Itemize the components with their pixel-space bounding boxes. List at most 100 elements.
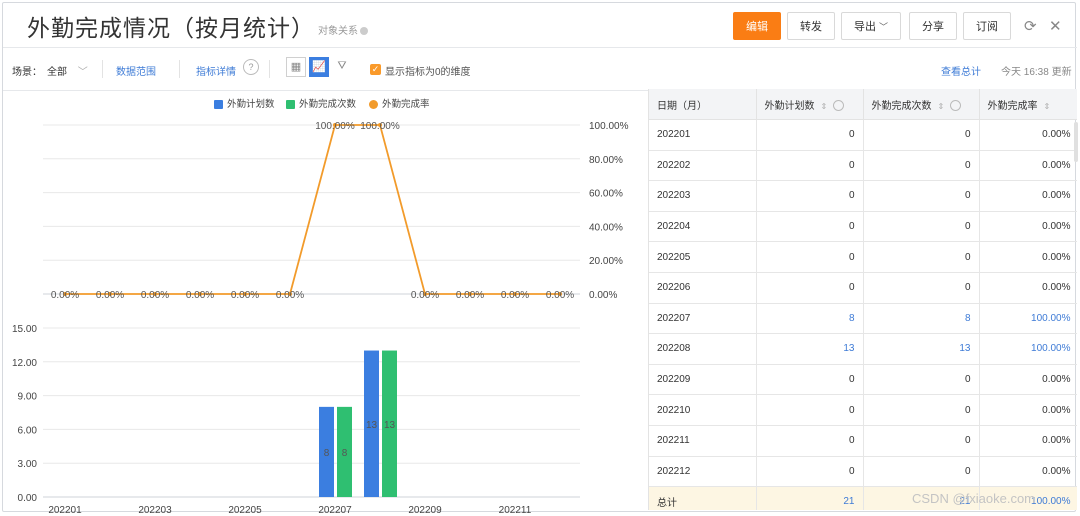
cell-value: 0 <box>863 272 980 304</box>
line-y-tick-label: 100.00% <box>589 121 629 132</box>
bar-y-tick-label: 12.00 <box>12 358 37 369</box>
line-y-tick-label: 20.00% <box>589 256 623 267</box>
cell-date: 202205 <box>649 241 757 273</box>
update-time: 今天 16:38 更新 <box>1001 67 1072 78</box>
cell-value: 0 <box>756 425 864 457</box>
bar-value-label: 8 <box>324 448 330 459</box>
completion-rate-label: 0.00% <box>186 290 214 301</box>
bar-x-tick-label: 202209 <box>408 505 442 516</box>
bar-x-tick-label: 202201 <box>48 505 82 516</box>
total-label: 总计 <box>649 486 757 510</box>
cell-value: 100.00% <box>979 333 1077 365</box>
cell-value: 0.00% <box>979 241 1077 273</box>
col-plan[interactable]: 外勤计划数 ⇕ <box>756 89 864 120</box>
cell-value: 0.00% <box>979 364 1077 396</box>
cell-value: 0 <box>756 272 864 304</box>
bar-y-tick-label: 3.00 <box>18 459 38 470</box>
cell-date: 202211 <box>649 425 757 457</box>
bar-x-tick-label: 202211 <box>499 505 532 516</box>
bar-y-tick-label: 6.00 <box>18 425 38 436</box>
completion-rate-label: 0.00% <box>546 290 574 301</box>
bar-value-label: 13 <box>366 420 378 431</box>
sort-icon[interactable]: ⇕ <box>1044 102 1051 111</box>
data-table: 日期（月） 外勤计划数 ⇕ 外勤完成次数 ⇕ 外勤完成率 ⇕ 202201 0 0 0.00… <box>649 89 1077 510</box>
cell-value: 0 <box>863 180 980 212</box>
bar-y-tick-label: 0.00 <box>18 493 38 504</box>
table-row: 202208 13 13 100.00% <box>649 333 1077 365</box>
table-row: 202205 0 0 0.00% <box>649 241 1077 273</box>
completion-rate-label: 0.00% <box>51 290 79 301</box>
table-row: 202202 0 0 0.00% <box>649 150 1077 182</box>
export-dropdown[interactable]: 导出 ﹀ <box>841 12 901 40</box>
subscribe-button[interactable]: 订阅 <box>963 12 1011 40</box>
line-y-tick-label: 80.00% <box>589 155 623 166</box>
completion-rate-label: 0.00% <box>411 290 439 301</box>
cell-date: 202210 <box>649 394 757 426</box>
table-row: 202201 0 0 0.00% <box>649 119 1077 151</box>
cell-value: 0.00% <box>979 150 1077 182</box>
cell-value: 0 <box>756 119 864 151</box>
table-row: 202203 0 0 0.00% <box>649 180 1077 212</box>
cell-value: 0.00% <box>979 119 1077 151</box>
cell-value: 0 <box>863 211 980 243</box>
sort-icon[interactable]: ⇕ <box>821 102 828 111</box>
sort-icon[interactable]: ⇕ <box>938 102 945 111</box>
cell-date: 202206 <box>649 272 757 304</box>
table-row: 202212 0 0 0.00% <box>649 456 1077 488</box>
cell-value: 0.00% <box>979 456 1077 488</box>
cell-value: 0 <box>756 364 864 396</box>
column-menu-icon[interactable] <box>950 100 962 112</box>
cell-date: 202202 <box>649 150 757 182</box>
line-y-tick-label: 60.00% <box>589 189 623 200</box>
completion-rate-label: 0.00% <box>141 290 169 301</box>
bar-x-tick-label: 202203 <box>138 505 172 516</box>
cell-value: 0 <box>756 394 864 426</box>
cell-value: 0 <box>863 150 980 182</box>
cell-value: 8 <box>756 303 864 335</box>
table-scrollbar[interactable] <box>1074 122 1078 162</box>
table-row: 202209 0 0 0.00% <box>649 364 1077 396</box>
charts-svg: 100.00%80.00%60.00%40.00%20.00%0.00%0.00… <box>12 121 629 516</box>
bar-x-tick-label: 202207 <box>318 505 352 516</box>
completion-rate-label: 0.00% <box>96 290 124 301</box>
col-date[interactable]: 日期（月） <box>649 89 757 120</box>
column-menu-icon[interactable] <box>833 100 845 112</box>
cell-value: 0.00% <box>979 394 1077 426</box>
cell-value: 0.00% <box>979 272 1077 304</box>
cell-value: 0 <box>756 211 864 243</box>
table-row: 202207 8 8 100.00% <box>649 303 1077 335</box>
completion-rate-label: 100.00% <box>315 121 355 132</box>
view-total-link[interactable]: 查看总计 <box>941 63 981 78</box>
cell-value: 0 <box>756 241 864 273</box>
bar-y-tick-label: 15.00 <box>12 324 37 335</box>
cell-value: 0 <box>863 364 980 396</box>
completion-rate-label: 0.00% <box>501 290 529 301</box>
col-done[interactable]: 外勤完成次数 ⇕ <box>863 89 980 120</box>
completion-rate-label: 0.00% <box>231 290 259 301</box>
cell-value: 8 <box>863 303 980 335</box>
col-rate[interactable]: 外勤完成率 ⇕ <box>979 89 1077 120</box>
cell-date: 202209 <box>649 364 757 396</box>
cell-value: 0 <box>756 180 864 212</box>
close-icon[interactable]: ✕ <box>1049 17 1062 35</box>
share-button[interactable]: 分享 <box>909 12 957 40</box>
cell-date: 202212 <box>649 456 757 488</box>
table-row: 202210 0 0 0.00% <box>649 394 1077 426</box>
completion-rate-line <box>65 124 560 295</box>
table-row: 202204 0 0 0.00% <box>649 211 1077 243</box>
bar-value-label: 13 <box>384 420 396 431</box>
table-row: 202211 0 0 0.00% <box>649 425 1077 457</box>
cell-value: 0 <box>863 241 980 273</box>
line-y-tick-label: 40.00% <box>589 222 623 233</box>
refresh-icon[interactable]: ⟳ <box>1024 17 1037 35</box>
cell-value: 0 <box>756 150 864 182</box>
cell-value: 0 <box>863 119 980 151</box>
forward-button[interactable]: 转发 <box>787 12 835 40</box>
edit-button[interactable]: 编辑 <box>733 12 781 40</box>
cell-value: 0 <box>756 456 864 488</box>
cell-value: 0 <box>863 394 980 426</box>
cell-value: 100.00% <box>979 303 1077 335</box>
bar-y-tick-label: 9.00 <box>18 392 38 403</box>
cell-value: 0.00% <box>979 211 1077 243</box>
cell-value: 0 <box>863 456 980 488</box>
